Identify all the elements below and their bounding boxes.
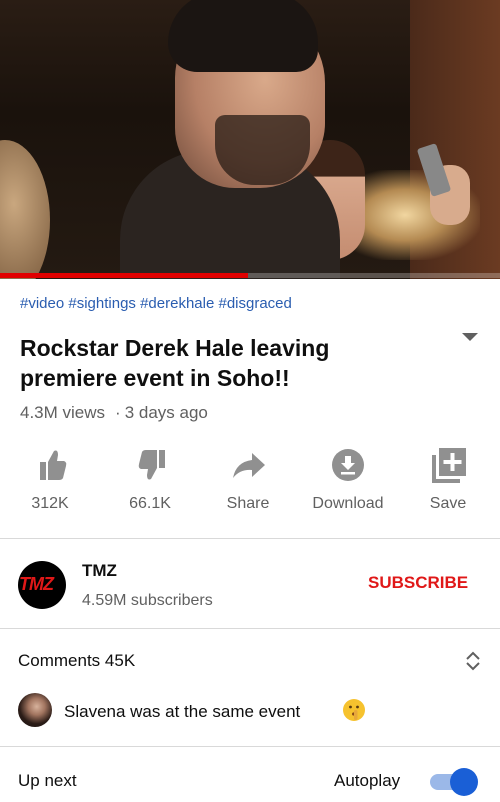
dislike-button[interactable]: 66.1K	[100, 443, 200, 523]
video-hashtags[interactable]: #video #sightings #derekhale #disgraced	[20, 295, 292, 312]
channel-avatar[interactable]: TMZ	[18, 561, 66, 609]
upload-age: 3 days ago	[124, 403, 208, 422]
autoplay-label: Autoplay	[334, 771, 401, 790]
share-label: Share	[226, 495, 270, 512]
expand-collapse-icon[interactable]	[462, 650, 484, 672]
save-label: Save	[429, 495, 467, 512]
autoplay-toggle[interactable]	[428, 768, 478, 796]
channel-name[interactable]: TMZ	[82, 561, 117, 581]
video-player[interactable]	[0, 0, 500, 279]
meta-separator: ·	[115, 403, 121, 422]
share-icon	[233, 453, 265, 478]
comments-header[interactable]: Comments 45K	[18, 651, 135, 671]
download-icon	[332, 449, 364, 481]
dislike-count: 66.1K	[129, 495, 171, 512]
like-button[interactable]: 312K	[0, 443, 100, 523]
video-subject-hair	[168, 0, 318, 72]
thumbs-down-icon	[138, 450, 165, 480]
save-to-playlist-icon	[432, 448, 466, 483]
channel-logo: TMZ	[19, 574, 54, 594]
video-subject-beard	[215, 115, 310, 185]
autoplay-toggle-knob	[450, 768, 478, 796]
share-button[interactable]: Share	[198, 443, 298, 523]
commenter-avatar	[18, 693, 52, 727]
download-label: Download	[312, 495, 384, 512]
save-button[interactable]: Save	[398, 443, 498, 523]
divider	[0, 746, 500, 747]
video-meta: 4.3M views · 3 days ago	[20, 403, 208, 423]
divider	[0, 628, 500, 629]
video-bystander-left	[0, 140, 50, 279]
thumbs-up-icon	[40, 450, 67, 480]
shushing-face-emoji	[343, 699, 365, 721]
like-count: 312K	[31, 495, 69, 512]
view-count: 4.3M views	[20, 403, 106, 422]
divider	[0, 538, 500, 539]
video-progress-bar[interactable]	[0, 273, 500, 278]
video-title: Rockstar Derek Hale leaving premiere eve…	[20, 335, 330, 391]
video-progress-fill	[0, 273, 248, 278]
subscriber-count: 4.59M subscribers	[82, 592, 213, 609]
top-comment-text[interactable]: Slavena was at the same event	[64, 702, 300, 722]
video-actions: 312K 66.1K Share Download Save	[0, 443, 500, 523]
up-next-label: Up next	[18, 771, 77, 790]
expand-description-icon[interactable]	[462, 333, 478, 341]
download-button[interactable]: Download	[298, 443, 398, 523]
subscribe-button[interactable]: SUBSCRIBE	[368, 573, 468, 593]
